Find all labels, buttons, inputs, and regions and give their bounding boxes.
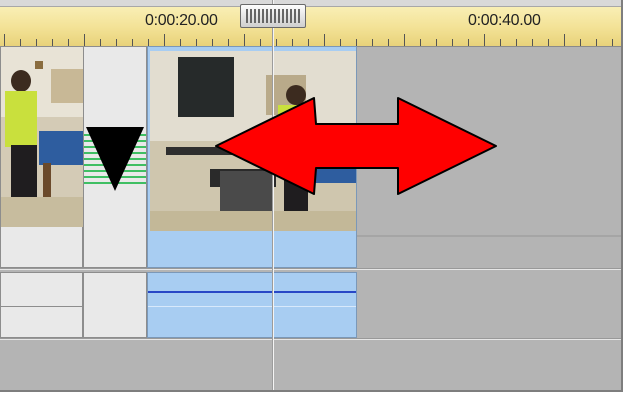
ruler-tick [36, 39, 37, 46]
ruler-tick [404, 34, 405, 46]
ruler-tick [68, 39, 69, 46]
playhead-line[interactable] [272, 0, 274, 390]
ruler-tick [196, 39, 197, 46]
ruler-tick [52, 39, 53, 46]
ruler-tick [420, 39, 421, 46]
track-divider [0, 338, 621, 340]
ruler-tick [324, 34, 325, 46]
clip-thumbnail [1, 47, 83, 227]
ruler-tick [4, 34, 5, 46]
time-mark-20s: 0:00:20.00 [145, 12, 218, 29]
audio-clip-1[interactable] [0, 272, 83, 338]
transition-triangle-icon [84, 127, 146, 193]
ruler-tick [452, 39, 453, 46]
ruler-tick [148, 39, 149, 46]
ruler-tick [500, 39, 501, 46]
ruler-top-bar [0, 0, 621, 7]
ruler-tick [356, 39, 357, 46]
ruler-tick [516, 39, 517, 46]
time-mark-40s: 0:00:40.00 [468, 12, 541, 29]
timeline-window: 0:00:20.00 0:00:40.00 [0, 0, 626, 401]
ruler-tick [100, 39, 101, 46]
ruler-ticks [0, 34, 621, 46]
timeline-panel: 0:00:20.00 0:00:40.00 [0, 0, 623, 392]
ruler-tick [388, 39, 389, 46]
audio-clip-3-selected[interactable] [147, 272, 357, 338]
track-divider [0, 268, 621, 270]
ruler-tick [564, 34, 565, 46]
ruler-tick [596, 39, 597, 46]
ruler-tick [228, 39, 229, 46]
horizontal-resize-arrow-icon[interactable] [214, 96, 500, 196]
track-guide [357, 235, 621, 237]
ruler-tick [548, 39, 549, 46]
time-ruler[interactable]: 0:00:20.00 0:00:40.00 [0, 0, 621, 47]
audio-waveform [1, 306, 82, 307]
ruler-tick [132, 39, 133, 46]
ruler-tick [468, 39, 469, 46]
ruler-tick [276, 39, 277, 46]
ruler-tick [164, 34, 165, 46]
ruler-tick [436, 39, 437, 46]
ruler-tick [612, 39, 613, 46]
audio-volume-line [148, 291, 356, 293]
transition-clip[interactable] [83, 46, 147, 268]
playhead-handle-icon[interactable] [240, 4, 306, 28]
ruler-tick [260, 39, 261, 46]
ruler-tick [116, 39, 117, 46]
ruler-tick [580, 39, 581, 46]
video-clip-1[interactable] [0, 46, 83, 268]
ruler-tick [180, 39, 181, 46]
ruler-tick [244, 34, 245, 46]
ruler-tick [308, 39, 309, 46]
ruler-tick [84, 34, 85, 46]
ruler-tick [484, 34, 485, 46]
ruler-tick [292, 39, 293, 46]
ruler-tick [212, 39, 213, 46]
ruler-tick [20, 39, 21, 46]
ruler-tick [532, 39, 533, 46]
audio-clip-2[interactable] [83, 272, 147, 338]
audio-waveform [148, 306, 356, 307]
ruler-tick [340, 39, 341, 46]
ruler-tick [372, 39, 373, 46]
